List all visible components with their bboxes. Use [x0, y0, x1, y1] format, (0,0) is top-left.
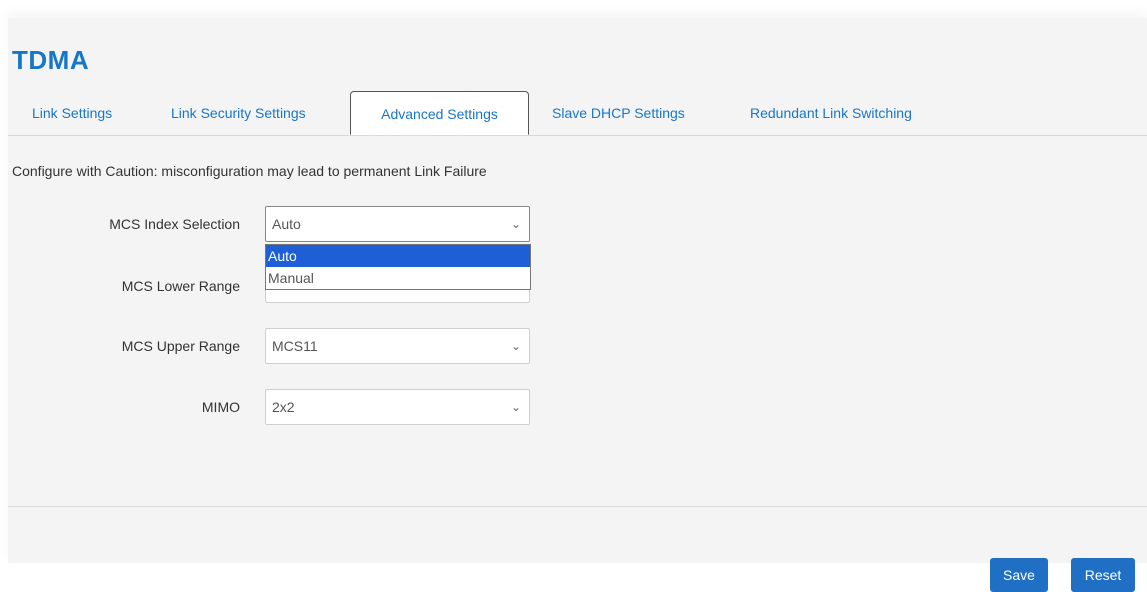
tab-bar: Link Settings Link Security Settings Adv…	[8, 91, 1147, 136]
mcs-upper-label: MCS Upper Range	[121, 338, 240, 354]
mimo-select[interactable]: 2x2 ⌄	[265, 389, 530, 425]
tab-redundant-link-switching[interactable]: Redundant Link Switching	[750, 91, 912, 135]
chevron-down-icon: ⌄	[510, 217, 521, 231]
tdma-panel: TDMA Link Settings Link Security Setting…	[8, 18, 1147, 592]
mimo-value: 2x2	[272, 399, 295, 415]
dropdown-option-auto[interactable]: Auto	[266, 245, 530, 267]
mimo-label: MIMO	[201, 399, 240, 415]
footer-divider	[8, 506, 1147, 507]
mcs-index-value: Auto	[272, 216, 301, 232]
caution-text: Configure with Caution: misconfiguration…	[12, 163, 487, 179]
mcs-upper-select[interactable]: MCS11 ⌄	[265, 328, 530, 364]
mcs-index-dropdown[interactable]: Auto Manual	[265, 244, 531, 290]
dropdown-option-manual[interactable]: Manual	[266, 267, 530, 289]
chevron-down-icon: ⌄	[510, 400, 521, 414]
mcs-lower-label: MCS Lower Range	[121, 278, 240, 294]
page-title: TDMA	[12, 45, 90, 75]
tab-link-settings[interactable]: Link Settings	[32, 91, 112, 135]
save-button[interactable]: Save	[990, 558, 1048, 592]
mcs-index-select[interactable]: Auto ⌄	[265, 206, 530, 242]
tab-slave-dhcp-settings[interactable]: Slave DHCP Settings	[552, 91, 685, 135]
tab-link-security-settings[interactable]: Link Security Settings	[171, 91, 306, 135]
tab-advanced-settings[interactable]: Advanced Settings	[350, 91, 529, 135]
reset-button[interactable]: Reset	[1071, 558, 1135, 592]
chevron-down-icon: ⌄	[510, 339, 521, 353]
mcs-index-label: MCS Index Selection	[109, 216, 240, 232]
mcs-upper-value: MCS11	[272, 338, 318, 354]
